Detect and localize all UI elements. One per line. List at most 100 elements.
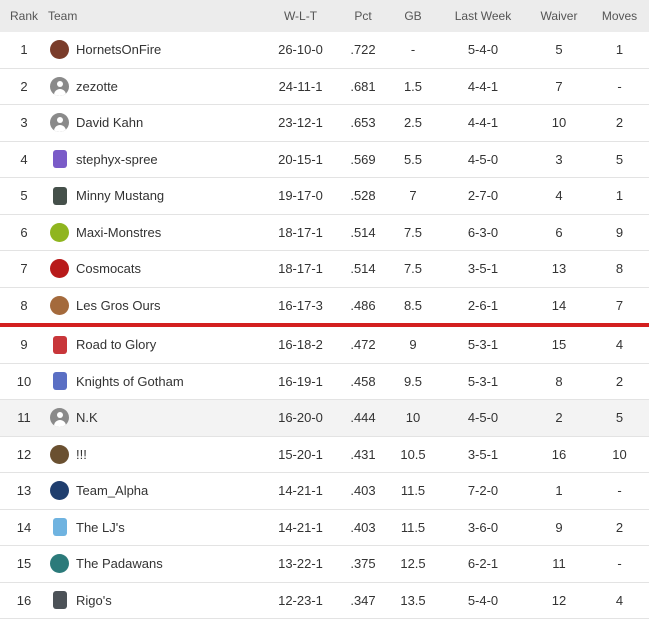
team-cell[interactable]: zezotte [48,68,263,105]
red-jersey-icon [53,335,67,354]
team-cell[interactable]: Cosmocats [48,250,263,288]
waiver-cell: 4 [528,177,590,215]
team-cell[interactable]: Rigo's [48,582,263,619]
moves-cell: 10 [590,436,649,473]
team-name[interactable]: Maxi-Monstres [76,225,161,240]
team-link[interactable]: Road to Glory [50,335,263,354]
team-cell[interactable]: Road to Glory [48,325,263,364]
team-name[interactable]: Knights of Gotham [76,374,184,389]
header-team[interactable]: Team [48,0,263,32]
wlt-cell: 18-17-1 [263,250,338,288]
team-cell[interactable]: The LJ's [48,509,263,546]
moves-cell: 1 [590,177,649,215]
gb-cell: 1.5 [388,68,438,105]
waiver-cell: 15 [528,325,590,364]
team-link[interactable]: stephyx-spree [50,150,263,169]
team-cell[interactable]: The Padawans [48,545,263,583]
team-name[interactable]: Team_Alpha [76,483,148,498]
team-cell[interactable]: Les Gros Ours [48,287,263,327]
team-name[interactable]: stephyx-spree [76,152,158,167]
gb-cell: 7.5 [388,250,438,288]
team-cell[interactable]: Team_Alpha [48,472,263,510]
team-link[interactable]: Minny Mustang [50,186,263,205]
wlt-cell: 20-15-1 [263,141,338,178]
team-name[interactable]: Minny Mustang [76,188,164,203]
team-cell[interactable]: Minny Mustang [48,177,263,215]
team-cell[interactable]: Maxi-Monstres [48,214,263,251]
pct-cell: .458 [338,363,388,400]
header-rank[interactable]: Rank [0,0,48,32]
team-name[interactable]: !!! [76,447,87,462]
team-name[interactable]: zezotte [76,79,118,94]
team-link[interactable]: David Kahn [50,113,263,133]
team-link[interactable]: Knights of Gotham [50,372,263,391]
team-link[interactable]: Cosmocats [50,259,263,279]
team-name[interactable]: Les Gros Ours [76,298,161,313]
header-pct[interactable]: Pct [338,0,388,32]
rank-cell: 14 [0,509,48,546]
pct-cell: .375 [338,545,388,583]
table-row: 4 stephyx-spree 20-15-1.569 5.5 4-5-0 3 5 [0,141,649,178]
rank-cell: 4 [0,141,48,178]
table-row: 15 The Padawans 13-22-1.375 12.5 6-2-1 11- [0,545,649,583]
team-link[interactable]: N.K [50,408,263,428]
pct-cell: .569 [338,141,388,178]
gb-cell: 9 [388,325,438,364]
team-cell[interactable]: N.K [48,399,263,437]
wlt-cell: 19-17-0 [263,177,338,215]
header-moves[interactable]: Moves [590,0,649,32]
team-link[interactable]: The Padawans [50,554,263,574]
moves-cell: - [590,472,649,510]
table-row: 1 HornetsOnFire 26-10-0.722-5-4-0 5 1 [0,32,649,69]
moves-cell: 2 [590,104,649,142]
team-cell[interactable]: HornetsOnFire [48,32,263,69]
team-cell[interactable]: !!! [48,436,263,473]
team-cell[interactable]: stephyx-spree [48,141,263,178]
pct-cell: .653 [338,104,388,142]
header-wlt[interactable]: W-L-T [263,0,338,32]
rank-cell: 2 [0,68,48,105]
team-link[interactable]: Team_Alpha [50,481,263,501]
team-name[interactable]: The Padawans [76,556,163,571]
last-week-cell: 3-5-1 [438,436,528,473]
team-name[interactable]: HornetsOnFire [76,42,161,57]
team-cell[interactable]: Knights of Gotham [48,363,263,400]
wlt-cell: 15-20-1 [263,436,338,473]
team-link[interactable]: The LJ's [50,518,263,537]
wlt-cell: 18-17-1 [263,214,338,251]
bear-logo-icon [50,295,69,315]
wlt-cell: 16-18-2 [263,325,338,364]
pct-cell: .347 [338,582,388,619]
waiver-cell: 16 [528,436,590,473]
gb-cell: 13.5 [388,582,438,619]
gb-cell: 12.5 [388,545,438,583]
header-last-week[interactable]: Last Week [438,0,528,32]
team-name[interactable]: Rigo's [76,593,112,608]
team-link[interactable]: Les Gros Ours [50,295,263,315]
wlt-cell: 12-23-1 [263,582,338,619]
header-gb[interactable]: GB [388,0,438,32]
team-link[interactable]: zezotte [50,76,263,96]
team-link[interactable]: Maxi-Monstres [50,222,263,242]
gb-cell: 2.5 [388,104,438,142]
gb-cell: - [388,32,438,69]
waiver-cell: 1 [528,472,590,510]
gray-jersey-icon [53,591,67,610]
waiver-cell: 8 [528,363,590,400]
gb-cell: 8.5 [388,287,438,327]
team-cell[interactable]: David Kahn [48,104,263,142]
last-week-cell: 5-4-0 [438,582,528,619]
default-avatar-icon [50,76,69,96]
team-link[interactable]: HornetsOnFire [50,40,263,60]
team-link[interactable]: Rigo's [50,591,263,610]
last-week-cell: 2-6-1 [438,287,528,327]
waiver-cell: 10 [528,104,590,142]
team-name[interactable]: Cosmocats [76,261,141,276]
team-name[interactable]: N.K [76,410,98,425]
header-waiver[interactable]: Waiver [528,0,590,32]
team-name[interactable]: David Kahn [76,115,143,130]
team-name[interactable]: Road to Glory [76,337,156,352]
gb-cell: 5.5 [388,141,438,178]
team-link[interactable]: !!! [50,444,263,464]
team-name[interactable]: The LJ's [76,520,125,535]
